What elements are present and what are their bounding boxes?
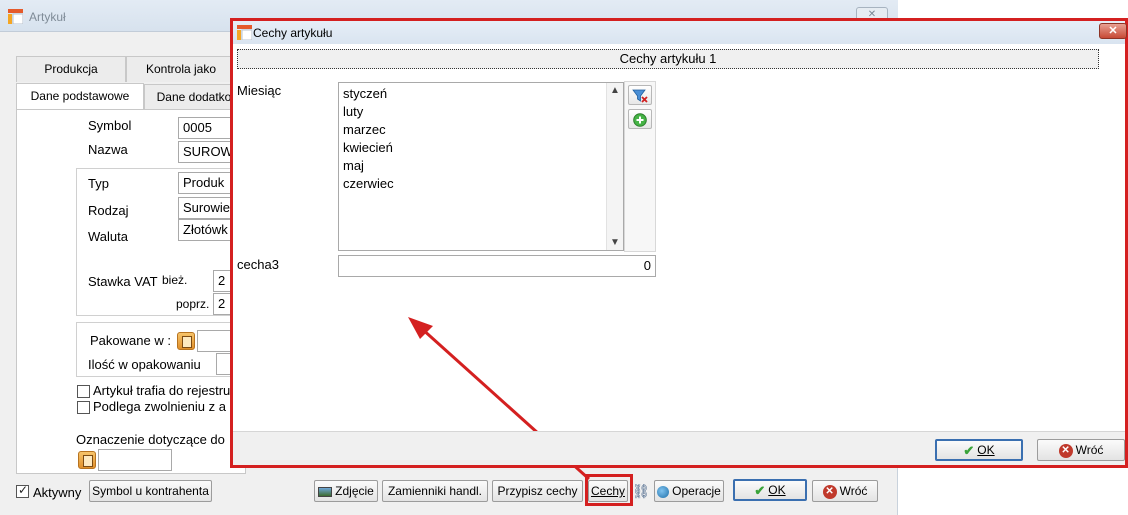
cechy-dialog-footer: ✔ OK ✕ Wróć — [233, 431, 1125, 465]
packaging-lookup-icon[interactable] — [177, 332, 195, 350]
typ-label: Typ — [88, 176, 109, 191]
main-wroc-button[interactable]: ✕ Wróć — [812, 480, 878, 502]
rodzaj-select[interactable]: Surowie — [178, 197, 238, 219]
app-icon — [237, 25, 252, 40]
aktywny-checkbox[interactable] — [16, 483, 29, 498]
dialog-wroc-button[interactable]: ✕ Wróć — [1037, 439, 1125, 461]
waluta-label: Waluta — [88, 229, 128, 244]
symbol-field[interactable]: 0005 — [178, 117, 238, 139]
pakowane-label: Pakowane w : — [90, 333, 171, 348]
link-icon[interactable]: ⛓ — [632, 482, 650, 500]
main-ok-button[interactable]: ✔ OK — [733, 479, 807, 501]
cecha3-label: cecha3 — [237, 257, 279, 272]
tab-kontrola-jakosci[interactable]: Kontrola jako — [126, 56, 236, 82]
dialog-ok-button[interactable]: ✔ OK — [935, 439, 1023, 461]
main-ok-label: OK — [768, 483, 786, 497]
filter-button[interactable] — [628, 85, 652, 105]
dialog-wroc-label: Wróć — [1075, 443, 1104, 457]
typ-select[interactable]: Produk — [178, 172, 238, 194]
rejestr-checkbox-label: Artykuł trafia do rejestru — [93, 383, 231, 398]
zwolnienie-checkbox[interactable] — [77, 401, 90, 414]
nazwa-label: Nazwa — [88, 142, 128, 157]
add-button[interactable] — [628, 109, 652, 129]
list-item[interactable]: marzec — [343, 121, 394, 139]
waluta-select[interactable]: Złotówk — [178, 219, 238, 241]
cechy-dialog-titlebar: Cechy artykułu ✕ — [233, 21, 1127, 44]
check-icon: ✔ — [754, 482, 766, 498]
listbox-scrollbar[interactable]: ▲ ▼ — [606, 83, 623, 250]
list-item[interactable]: luty — [343, 103, 394, 121]
cechy-dialog-body: Cechy artykułu 1 Miesiąc styczeń luty ma… — [233, 44, 1125, 481]
list-item[interactable]: czerwiec — [343, 175, 394, 193]
tab-dane-dodatkowe[interactable]: Dane dodatko — [144, 84, 244, 110]
tab-produkcja[interactable]: Produkcja — [16, 56, 126, 82]
aktywny-label: Aktywny — [33, 485, 82, 500]
scroll-down-icon[interactable]: ▼ — [610, 237, 620, 248]
nazwa-field[interactable]: SUROW — [178, 141, 238, 163]
rejestr-checkbox[interactable] — [77, 385, 90, 398]
cechy-dialog-close-button[interactable]: ✕ — [1099, 23, 1127, 39]
filter-icon — [632, 89, 648, 103]
cancel-icon: ✕ — [822, 484, 837, 499]
cechy-dialog-title: Cechy artykułu — [253, 26, 333, 40]
photo-icon — [318, 486, 333, 497]
list-item[interactable]: styczeń — [343, 85, 394, 103]
cancel-icon: ✕ — [1058, 443, 1073, 458]
check-icon: ✔ — [963, 442, 975, 458]
ilosc-label: Ilość w opakowaniu — [88, 357, 201, 372]
symbol-label: Symbol — [88, 118, 132, 133]
oznaczenie-label: Oznaczenie dotyczące do — [76, 432, 225, 447]
scroll-up-icon[interactable]: ▲ — [610, 85, 620, 96]
miesiac-listbox[interactable]: styczeń luty marzec kwiecień maj czerwie… — [338, 82, 624, 251]
rodzaj-label: Rodzaj — [88, 203, 129, 218]
article-window-title: Artykuł — [29, 10, 66, 24]
zwolnienie-checkbox-label: Podlega zwolnieniu z a — [93, 399, 226, 414]
cecha3-field[interactable]: 0 — [338, 255, 656, 277]
stawka-vat-label: Stawka VAT — [88, 274, 158, 289]
miesiac-label: Miesiąc — [237, 83, 282, 98]
poprz-label: poprz. — [176, 297, 210, 311]
operacje-button[interactable]: Operacje — [654, 480, 724, 502]
operations-icon — [657, 485, 670, 498]
biez-label: bież. — [162, 273, 188, 287]
operacje-label: Operacje — [672, 484, 721, 498]
tab-dane-podstawowe[interactable]: Dane podstawowe — [16, 83, 144, 109]
add-icon — [633, 113, 647, 127]
cechy-dialog: Cechy artykułu ✕ Cechy artykułu 1 Miesią… — [230, 18, 1128, 481]
symbol-u-kontrahenta-button[interactable]: Symbol u kontrahenta — [89, 480, 212, 502]
list-toolbar — [624, 81, 656, 252]
app-icon — [8, 9, 23, 24]
section-title: Cechy artykułu 1 — [237, 49, 1099, 69]
oznaczenie-field[interactable] — [98, 449, 172, 471]
dialog-ok-label: OK — [977, 443, 995, 457]
zdjecie-label: Zdjęcie — [335, 484, 374, 498]
list-item[interactable]: kwiecień — [343, 139, 394, 157]
main-wroc-label: Wróć — [839, 484, 868, 498]
oznaczenie-lookup-icon[interactable] — [78, 451, 96, 469]
zdjecie-button[interactable]: Zdjęcie — [314, 480, 378, 502]
list-item[interactable]: maj — [343, 157, 394, 175]
